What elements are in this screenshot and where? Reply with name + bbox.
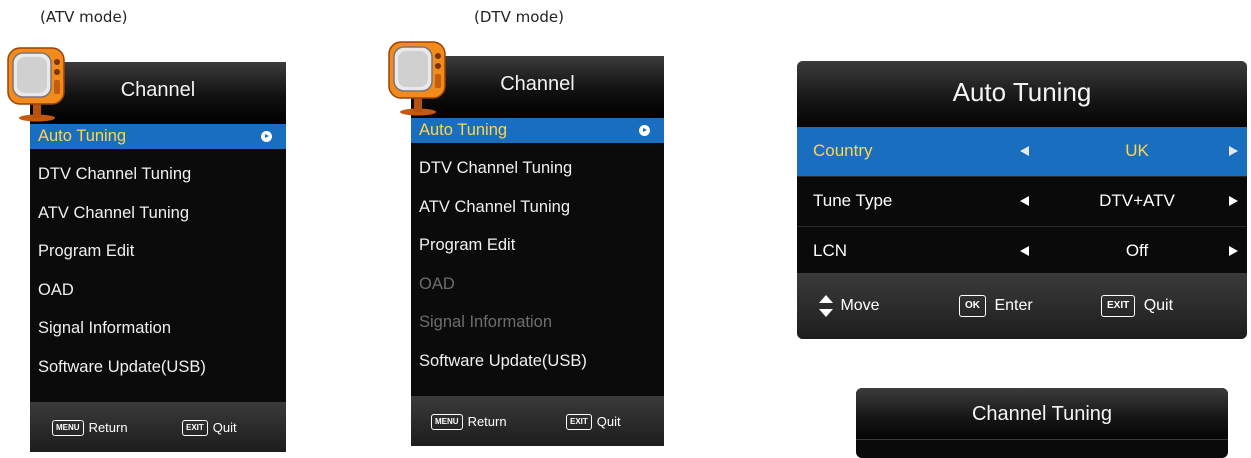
dialog-title: Auto Tuning (797, 61, 1247, 127)
auto-tuning-dialog: Auto Tuning Country UK Tune Type DTV+ATV LCN… (797, 61, 1247, 339)
dtv-mode-caption: (DTV mode) (474, 8, 564, 26)
right-arrow-icon[interactable] (1229, 146, 1238, 156)
menu-item[interactable]: ATV Channel Tuning (411, 188, 664, 227)
left-arrow-icon[interactable] (1020, 196, 1029, 206)
setting-value: UK (1125, 141, 1149, 160)
exit-key-icon: EXIT (182, 419, 208, 436)
return-label: Return (467, 414, 507, 430)
menu-items: Auto Tuning DTV Channel Tuning ATV Channel… (30, 124, 286, 387)
menu-item-label: Program Edit (38, 242, 135, 261)
tv-icon (7, 47, 65, 122)
menu-item-label: Auto Tuning (419, 121, 508, 139)
menu-item-label: Signal Information (419, 313, 552, 332)
move-label: Move (840, 297, 880, 314)
menu-item-label: OAD (38, 280, 74, 299)
quit-hint[interactable]: EXIT Quit (566, 413, 621, 430)
channel-tuning-dialog: Channel Tuning (856, 388, 1228, 458)
setting-label: Country (813, 141, 873, 160)
setting-label: Tune Type (813, 191, 893, 210)
quit-hint[interactable]: EXIT Quit (182, 419, 237, 436)
menu-item[interactable]: Software Update(USB) (411, 342, 664, 381)
menu-items: Auto Tuning DTV Channel Tuning ATV Channel… (411, 118, 664, 381)
menu-item-label: DTV Channel Tuning (419, 159, 573, 177)
submenu-arrow-icon (261, 131, 272, 142)
atv-mode-caption: (ATV mode) (40, 8, 128, 26)
setting-row[interactable]: LCN Off (797, 227, 1247, 277)
quit-label: Quit (596, 414, 621, 430)
menu-key-icon: MENU (431, 413, 463, 430)
setting-row[interactable]: Country UK (797, 127, 1247, 177)
menu-item-label: Auto Tuning (38, 127, 127, 145)
setting-value: Off (1125, 241, 1149, 260)
quit-hint[interactable]: EXIT Quit (1101, 295, 1173, 317)
left-arrow-icon[interactable] (1020, 246, 1029, 256)
menu-item-label: Program Edit (419, 236, 516, 255)
menu-item[interactable]: Program Edit (411, 226, 664, 265)
menu-item-label: DTV Channel Tuning (38, 165, 192, 183)
menu-item: Signal Information (411, 303, 664, 342)
menu-item: OAD (411, 265, 664, 304)
menu-item[interactable]: OAD (30, 271, 286, 310)
setting-value: DTV+ATV (1099, 191, 1175, 210)
menu-title: Channel (120, 79, 196, 101)
menu-key-icon: MENU (52, 419, 84, 436)
dialog-title: Channel Tuning (856, 388, 1228, 440)
menu-item-label: ATV Channel Tuning (38, 203, 190, 222)
move-hint: Move (819, 295, 880, 317)
ok-key-icon: OK (959, 295, 986, 317)
enter-label: Enter (994, 297, 1033, 314)
return-label: Return (88, 420, 128, 436)
menu-item-label: OAD (419, 274, 455, 293)
right-arrow-icon[interactable] (1229, 246, 1238, 256)
exit-key-icon: EXIT (566, 413, 592, 430)
up-down-arrows-icon (819, 295, 833, 317)
atv-channel-menu: Channel Auto Tuning DTV Channel Tuning ATV… (30, 62, 286, 452)
menu-item-label: Software Update(USB) (38, 357, 206, 376)
menu-item[interactable]: Auto Tuning (411, 118, 664, 143)
settings-list: Country UK Tune Type DTV+ATV LCN Off (797, 127, 1247, 277)
menu-item-label: Signal Information (38, 319, 171, 338)
return-hint[interactable]: MENU Return (52, 419, 128, 436)
menu-footer: MENU Return EXIT Quit (30, 402, 286, 452)
menu-item[interactable]: Signal Information (30, 309, 286, 348)
menu-item[interactable]: Auto Tuning (30, 124, 286, 149)
dialog-footer: Move OK Enter EXIT Quit (797, 273, 1247, 339)
submenu-arrow-icon (639, 125, 650, 136)
menu-header: Channel (30, 62, 286, 124)
quit-label: Quit (212, 420, 237, 436)
menu-footer: MENU Return EXIT Quit (411, 396, 664, 446)
menu-item[interactable]: DTV Channel Tuning (30, 155, 286, 194)
setting-row[interactable]: Tune Type DTV+ATV (797, 177, 1247, 227)
left-arrow-icon[interactable] (1020, 146, 1029, 156)
return-hint[interactable]: MENU Return (431, 413, 507, 430)
menu-item[interactable]: Program Edit (30, 232, 286, 271)
tv-icon (388, 41, 446, 116)
menu-item[interactable]: Software Update(USB) (30, 348, 286, 387)
setting-label: LCN (813, 241, 848, 260)
menu-item[interactable]: ATV Channel Tuning (30, 194, 286, 233)
right-arrow-icon[interactable] (1229, 196, 1238, 206)
exit-key-icon: EXIT (1101, 295, 1136, 317)
menu-item[interactable]: DTV Channel Tuning (411, 149, 664, 188)
quit-label: Quit (1143, 297, 1174, 314)
menu-item-label: Software Update(USB) (419, 351, 587, 370)
enter-hint[interactable]: OK Enter (959, 295, 1033, 317)
menu-item-label: ATV Channel Tuning (419, 197, 571, 216)
